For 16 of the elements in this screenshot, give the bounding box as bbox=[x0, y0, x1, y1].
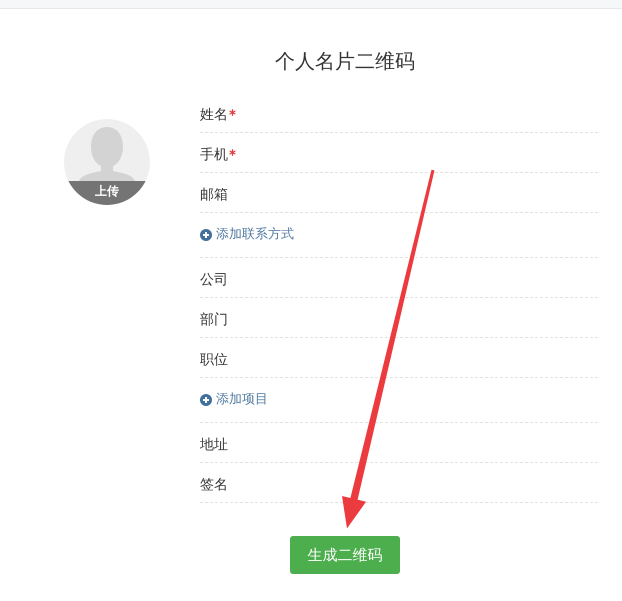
page-title: 个人名片二维码 bbox=[274, 48, 416, 75]
plus-circle-icon bbox=[200, 229, 212, 241]
add-link[interactable]: 添加项目 bbox=[200, 392, 268, 408]
plus-circle-icon bbox=[200, 394, 212, 406]
field-label: 地址 bbox=[200, 437, 228, 453]
field-label: 邮箱 bbox=[200, 187, 228, 203]
add-link[interactable]: 添加联系方式 bbox=[200, 227, 294, 243]
field-label: 部门 bbox=[200, 312, 228, 328]
input-field[interactable]: 姓名 bbox=[200, 93, 598, 133]
input-field[interactable]: 手机 bbox=[200, 133, 598, 173]
field-label: 姓名 bbox=[200, 107, 228, 123]
person-silhouette-icon bbox=[79, 127, 135, 181]
field-label: 签名 bbox=[200, 477, 228, 493]
field-label: 职位 bbox=[200, 352, 228, 368]
field-label: 公司 bbox=[200, 272, 228, 288]
field-label: 手机 bbox=[200, 147, 228, 163]
